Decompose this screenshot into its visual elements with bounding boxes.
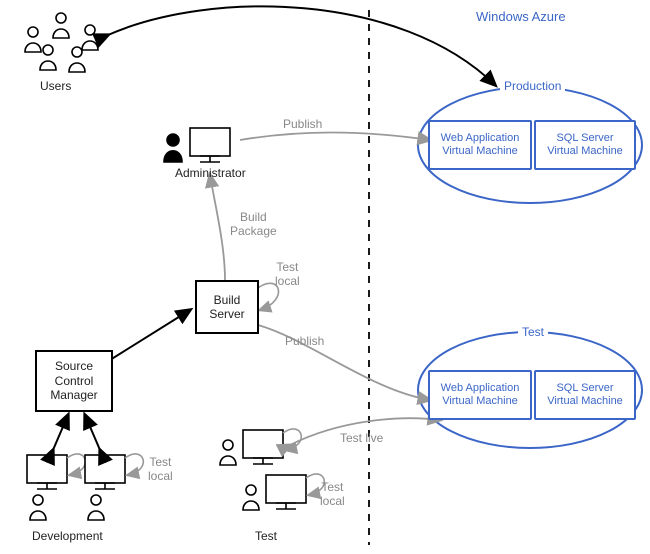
dev-monitors [27, 454, 143, 489]
dev-people [30, 495, 104, 520]
test-testlocal-label: Test local [320, 480, 345, 509]
dev-testlocal-label: Test local [148, 455, 173, 484]
dev-scm-arrow2 [85, 415, 100, 450]
admin-icon [164, 128, 230, 162]
prod-webapp-vm: Web Application Virtual Machine [428, 120, 532, 170]
build-package-label: Build Package [230, 210, 277, 239]
scm-build-arrow [110, 310, 190, 360]
admin-label: Administrator [175, 167, 246, 181]
users-icon-cluster [25, 13, 98, 72]
scm-box: Source Control Manager [35, 350, 113, 412]
publish-label-2: Publish [285, 335, 324, 349]
dev-label: Development [32, 530, 103, 544]
build-server-box: Build Server [195, 280, 259, 334]
azure-title: Windows Azure [476, 10, 566, 25]
buildserver-testlocal-label: Test local [275, 260, 300, 289]
test-label: Test [255, 530, 277, 544]
publish-label-1: Publish [283, 118, 322, 132]
test-env-label: Test [518, 326, 548, 340]
build-package-arrow [210, 175, 225, 280]
prod-sql-vm: SQL Server Virtual Machine [534, 120, 636, 170]
dev-scm-arrow1 [53, 415, 68, 450]
admin-publish-arrow [240, 133, 430, 141]
test-webapp-vm: Web Application Virtual Machine [428, 370, 532, 420]
production-label: Production [500, 80, 565, 94]
build-publish-test-arrow [258, 325, 430, 400]
users-production-arrow [108, 6, 495, 85]
test-live-label: Test live [340, 432, 383, 446]
users-label: Users [40, 80, 71, 94]
test-sql-vm: SQL Server Virtual Machine [534, 370, 636, 420]
test-monitors [220, 429, 324, 510]
